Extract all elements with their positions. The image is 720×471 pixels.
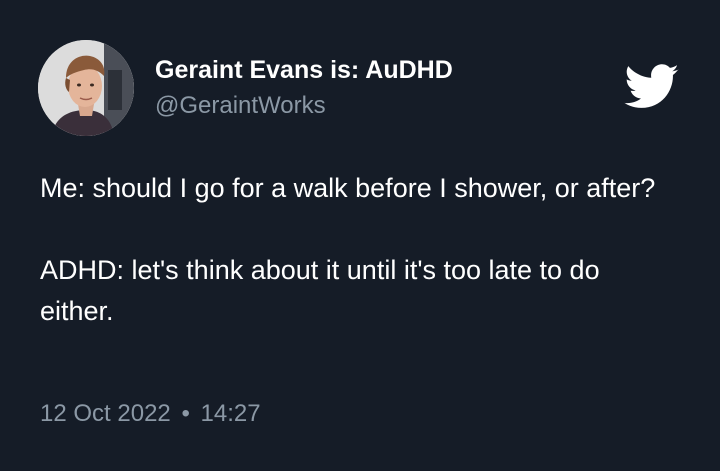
tweet-card: Geraint Evans is: AuDHD @GeraintWorks Me… [0, 0, 720, 471]
tweet-paragraph: Me: should I go for a walk before I show… [40, 173, 656, 203]
twitter-bird-icon [624, 64, 680, 110]
user-handle[interactable]: @GeraintWorks [155, 92, 326, 120]
avatar[interactable] [38, 40, 134, 136]
separator-dot: • [181, 400, 190, 427]
tweet-date: 12 Oct 2022 [40, 400, 171, 427]
tweet-timestamp[interactable]: 12 Oct 2022 • 14:27 [40, 400, 261, 428]
tweet-body: Me: should I go for a walk before I show… [40, 168, 680, 373]
display-name[interactable]: Geraint Evans is: AuDHD [155, 56, 453, 85]
tweet-time: 14:27 [200, 400, 261, 427]
tweet-paragraph: ADHD: let's think about it until it's to… [40, 255, 600, 326]
avatar-photo [38, 40, 134, 136]
